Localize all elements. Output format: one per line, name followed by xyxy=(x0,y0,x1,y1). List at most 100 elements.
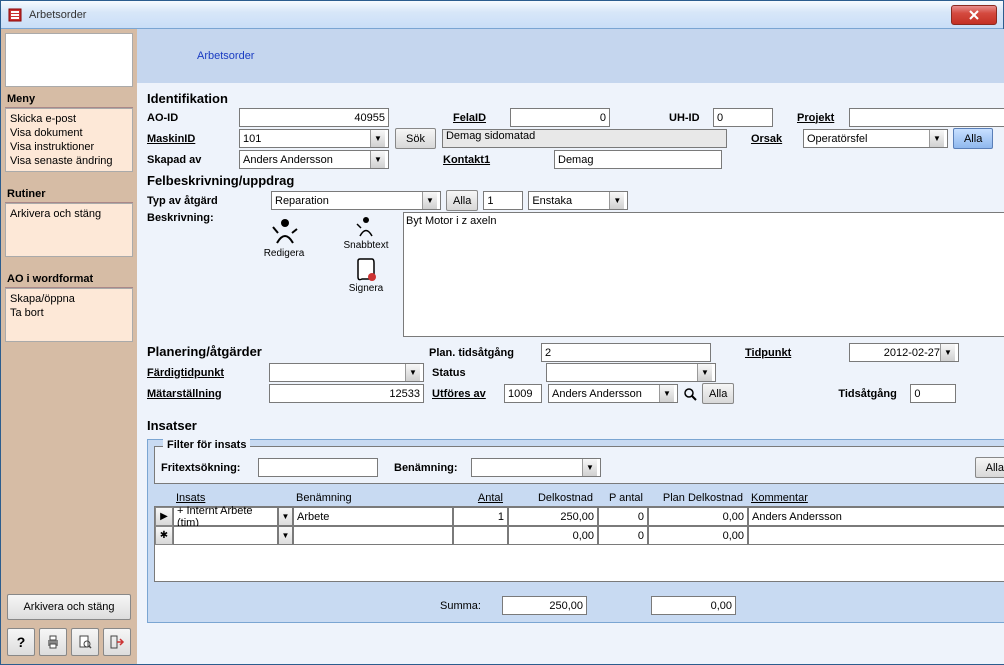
help-button[interactable]: ? xyxy=(7,628,35,656)
filter-alla-button[interactable]: Alla xyxy=(975,457,1004,478)
sign-icon xyxy=(350,257,382,283)
typ-num-field[interactable] xyxy=(483,191,523,210)
snabbtext-button[interactable]: Snabbtext xyxy=(341,212,390,253)
tidpunkt-label[interactable]: Tidpunkt xyxy=(745,347,805,359)
plantid-field[interactable] xyxy=(541,343,711,362)
chevron-down-icon[interactable]: ▼ xyxy=(422,192,437,209)
menu-send-email[interactable]: Skicka e-post xyxy=(10,112,128,126)
edit-person-icon xyxy=(268,216,300,248)
utfores-label[interactable]: Utföres av xyxy=(432,388,502,400)
menu-show-last-change[interactable]: Visa senaste ändring xyxy=(10,154,128,168)
app-window: Arbetsorder Meny Skicka e-post Visa doku… xyxy=(0,0,1004,665)
chevron-down-icon[interactable]: ▼ xyxy=(582,459,597,476)
print-icon xyxy=(45,634,61,650)
table-row[interactable]: ▶ + Internt Arbete (tim) ▼ Arbete 1 250,… xyxy=(155,507,1004,526)
typ-alla-button[interactable]: Alla xyxy=(446,190,478,211)
tidsatgang-label: Tidsåtgång xyxy=(838,388,908,400)
col-antal[interactable]: Antal xyxy=(452,490,507,506)
word-create-open[interactable]: Skapa/öppna xyxy=(10,292,128,306)
preview-button[interactable] xyxy=(71,628,99,656)
utfores-id-field[interactable] xyxy=(504,384,542,403)
felaid-label[interactable]: FelaID xyxy=(453,112,508,124)
sok-button[interactable]: Sök xyxy=(395,128,436,149)
fritext-field[interactable] xyxy=(258,458,378,477)
main-panel: Arbetsorder Identifikation AO-ID FelaID … xyxy=(137,29,1004,664)
aoid-field[interactable] xyxy=(239,108,389,127)
quick-text-icon xyxy=(350,214,382,240)
exit-button[interactable] xyxy=(103,628,131,656)
section-felbeskrivning: Felbeskrivning/uppdrag xyxy=(147,173,1004,188)
maskin-desc: Demag sidomatad xyxy=(442,129,727,148)
kontakt-label[interactable]: Kontakt1 xyxy=(443,154,498,166)
status-label: Status xyxy=(432,367,482,379)
tidsatgang-field[interactable] xyxy=(910,384,956,403)
chevron-down-icon[interactable]: ▼ xyxy=(609,192,624,209)
uhid-field[interactable] xyxy=(713,108,773,127)
matar-label[interactable]: Mätarställning xyxy=(147,388,267,400)
summa2-field xyxy=(651,596,736,615)
banner: Arbetsorder xyxy=(137,29,1004,83)
skapad-combo[interactable]: Anders Andersson▼ xyxy=(239,150,389,169)
menu-show-instructions[interactable]: Visa instruktioner xyxy=(10,140,128,154)
fardig-combo[interactable]: ▼ xyxy=(269,363,424,382)
redigera-button[interactable]: Redigera xyxy=(260,212,309,263)
benamning-filter-combo[interactable]: ▼ xyxy=(471,458,601,477)
orsak-alla-button[interactable]: Alla xyxy=(953,128,993,149)
chevron-down-icon[interactable]: ▼ xyxy=(940,344,955,361)
typ-freq-combo[interactable]: Enstaka▼ xyxy=(528,191,628,210)
signera-button[interactable]: Signera xyxy=(347,255,385,296)
exit-icon xyxy=(109,634,125,650)
preview-icon xyxy=(77,634,93,650)
rutiner-archive-close[interactable]: Arkivera och stäng xyxy=(10,207,128,221)
projekt-combo[interactable]: ▼ xyxy=(849,108,1004,127)
menu-show-document[interactable]: Visa dokument xyxy=(10,126,128,140)
chevron-down-icon[interactable]: ▼ xyxy=(697,364,712,381)
projekt-label[interactable]: Projekt xyxy=(797,112,847,124)
grid-header: Insats Benämning Antal Delkostnad P anta… xyxy=(154,490,1004,506)
col-delkostnad: Delkostnad xyxy=(507,490,597,506)
print-button[interactable] xyxy=(39,628,67,656)
close-button[interactable] xyxy=(951,5,997,25)
utfores-name-combo[interactable]: Anders Andersson▼ xyxy=(548,384,678,403)
archive-close-button[interactable]: Arkivera och stäng xyxy=(7,594,131,620)
chevron-down-icon[interactable]: ▼ xyxy=(929,130,944,147)
utfores-alla-button[interactable]: Alla xyxy=(702,383,734,404)
maskinid-label[interactable]: MaskinID xyxy=(147,133,237,145)
chevron-down-icon[interactable]: ▼ xyxy=(278,526,293,545)
search-person-button[interactable] xyxy=(680,386,700,402)
sidebar-word-label: AO i wordformat xyxy=(5,267,133,288)
window-title: Arbetsorder xyxy=(29,9,951,21)
row-selector[interactable]: ▶ xyxy=(155,507,173,526)
kontakt-field[interactable] xyxy=(554,150,722,169)
beskrivning-textarea[interactable]: Byt Motor i z axeln xyxy=(403,212,1004,337)
matar-field[interactable] xyxy=(269,384,424,403)
chevron-down-icon[interactable]: ▼ xyxy=(659,385,674,402)
insatser-box: Filter för insats Fritextsökning: Benämn… xyxy=(147,439,1004,623)
status-combo[interactable]: ▼ xyxy=(546,363,716,382)
chevron-down-icon[interactable]: ▼ xyxy=(370,151,385,168)
sidebar-rutiner-label: Rutiner xyxy=(5,182,133,203)
orsak-label[interactable]: Orsak xyxy=(751,133,801,145)
chevron-down-icon[interactable]: ▼ xyxy=(405,364,420,381)
aoid-label: AO-ID xyxy=(147,112,237,124)
col-benamning: Benämning xyxy=(292,490,452,506)
fardig-label[interactable]: Färdigtidpunkt xyxy=(147,367,267,379)
tidpunkt-combo[interactable]: 2012-02-27▼ xyxy=(849,343,959,362)
help-icon: ? xyxy=(17,634,26,650)
new-row-marker[interactable]: ✱ xyxy=(155,526,173,545)
orsak-combo[interactable]: Operatörsfel▼ xyxy=(803,129,948,148)
col-kommentar[interactable]: Kommentar xyxy=(747,490,917,506)
beskrivning-label: Beskrivning: xyxy=(147,212,237,224)
maskinid-combo[interactable]: 101▼ xyxy=(239,129,389,148)
plantid-label: Plan. tidsåtgång xyxy=(429,347,539,359)
typ-combo[interactable]: Reparation▼ xyxy=(271,191,441,210)
chevron-down-icon[interactable]: ▼ xyxy=(278,507,293,526)
chevron-down-icon[interactable]: ▼ xyxy=(370,130,385,147)
rutiner-box: Arkivera och stäng xyxy=(5,203,133,257)
word-delete[interactable]: Ta bort xyxy=(10,306,128,320)
banner-title: Arbetsorder xyxy=(197,50,254,62)
table-row[interactable]: ✱ ▼ 0,00 0 0,00 xyxy=(155,526,1004,545)
felaid-field[interactable] xyxy=(510,108,610,127)
sidebar: Meny Skicka e-post Visa dokument Visa in… xyxy=(1,29,137,664)
uhid-label: UH-ID xyxy=(669,112,711,124)
